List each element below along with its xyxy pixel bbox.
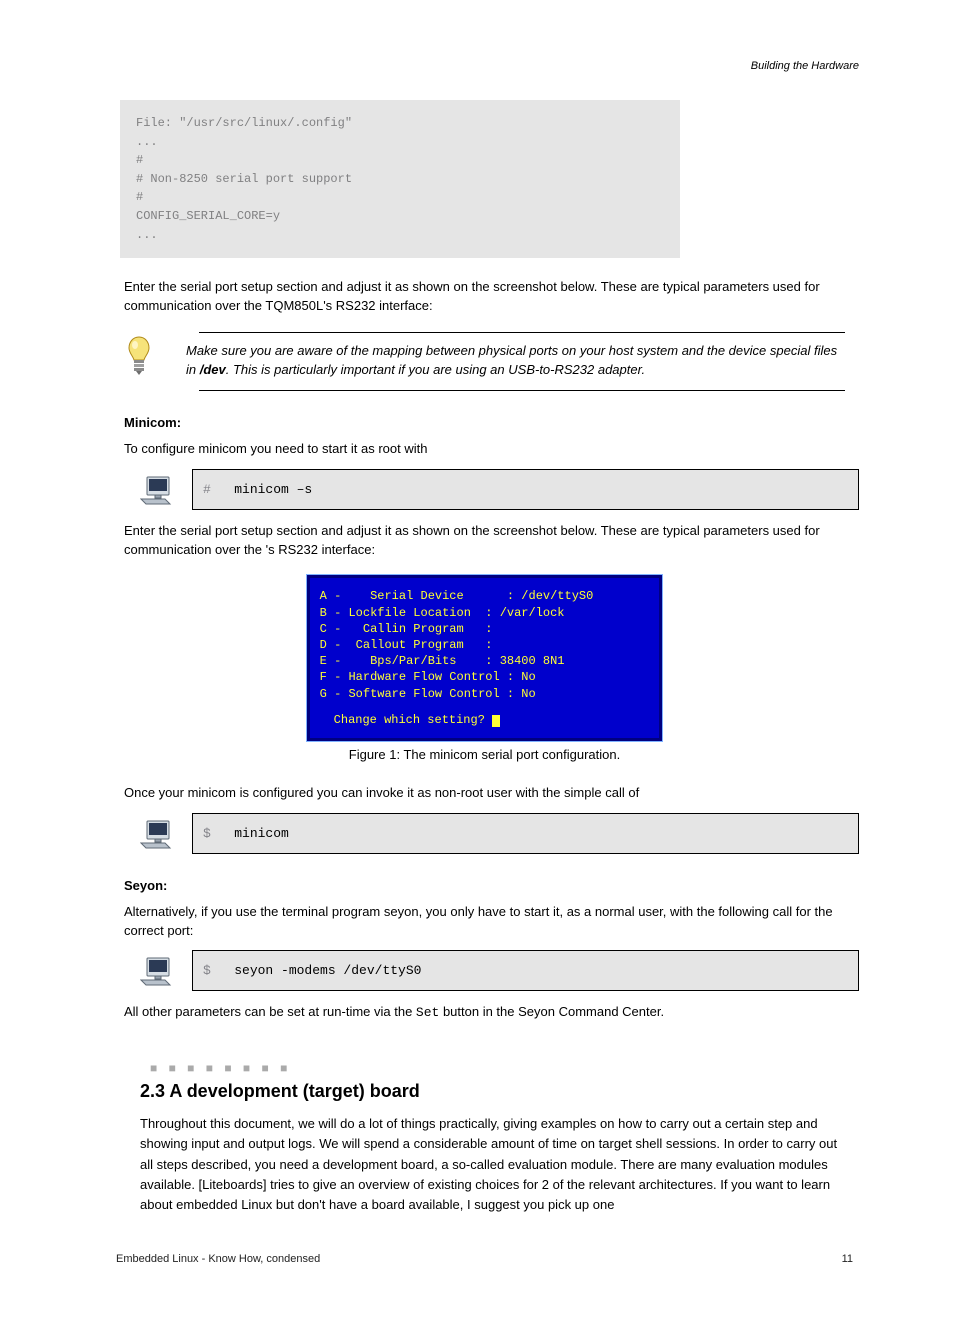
para3-code: Set [416,1005,439,1020]
cmd1-text: minicom –s [234,482,312,497]
section-paragraph: Throughout this document, we will do a l… [140,1114,845,1215]
hint-path: /dev [200,362,226,377]
paragraph-seyon: Alternatively, if you use the terminal p… [124,903,845,941]
footer-right: 11 [842,1253,853,1265]
hint-block: Make sure you are aware of the mapping b… [124,332,845,391]
page-footer: Embedded Linux - Know How, condensed 11 [110,1253,859,1265]
command-box-1: # minicom –s [192,469,859,510]
cmd2-text: minicom [234,826,289,841]
command-row-2: $ minicom [140,813,859,854]
computer-icon [140,475,174,509]
paragraph-after-cmd1: Enter the serial port setup section and … [124,522,845,560]
hint-rule-top [199,332,845,333]
section-separator: ■ ■ ■ ■ ■ ■ ■ ■ [150,1061,859,1075]
para3-b: button in the Seyon Command Center. [439,1004,664,1019]
cmd3-text: seyon -modems /dev/ttyS0 [234,963,421,978]
section-heading: 2.3 A development (target) board [140,1081,859,1102]
minicom-screenshot: A - Serial Device : /dev/ttyS0B - Lockfi… [307,575,663,741]
cmd2-prompt: $ [203,826,211,841]
figure-caption: Figure 1: The minicom serial port config… [110,747,859,762]
cmd1-prompt: # [203,482,211,497]
computer-icon [140,956,174,990]
config-snippet: File: "/usr/src/linux/.config" ... # # N… [120,100,680,258]
heading-seyon: Seyon: [124,878,845,893]
command-box-2: $ minicom [192,813,859,854]
figure-wrap: A - Serial Device : /dev/ttyS0B - Lockfi… [110,575,859,741]
hint-text: Make sure you are aware of the mapping b… [186,337,845,380]
hint-rule-bottom [199,390,845,391]
command-row-1: # minicom –s [140,469,859,510]
footer-left: Embedded Linux - Know How, condensed [116,1253,320,1265]
hint-suffix: . This is particularly important if you … [226,362,645,377]
lightbulb-icon [124,335,154,377]
paragraph-minicom: To configure minicom you need to start i… [124,440,845,459]
heading-minicom: Minicom: [124,415,845,430]
cmd3-prompt: $ [203,963,211,978]
paragraph-3: All other parameters can be set at run-t… [124,1003,845,1023]
command-box-3: $ seyon -modems /dev/ttyS0 [192,950,859,991]
command-row-3: $ seyon -modems /dev/ttyS0 [140,950,859,991]
para3-a: All other parameters can be set at run-t… [124,1004,416,1019]
computer-icon [140,819,174,853]
page-header: Building the Hardware [110,60,859,72]
paragraph-2: Once your minicom is configured you can … [124,784,845,803]
paragraph-intro: Enter the serial port setup section and … [124,278,845,316]
